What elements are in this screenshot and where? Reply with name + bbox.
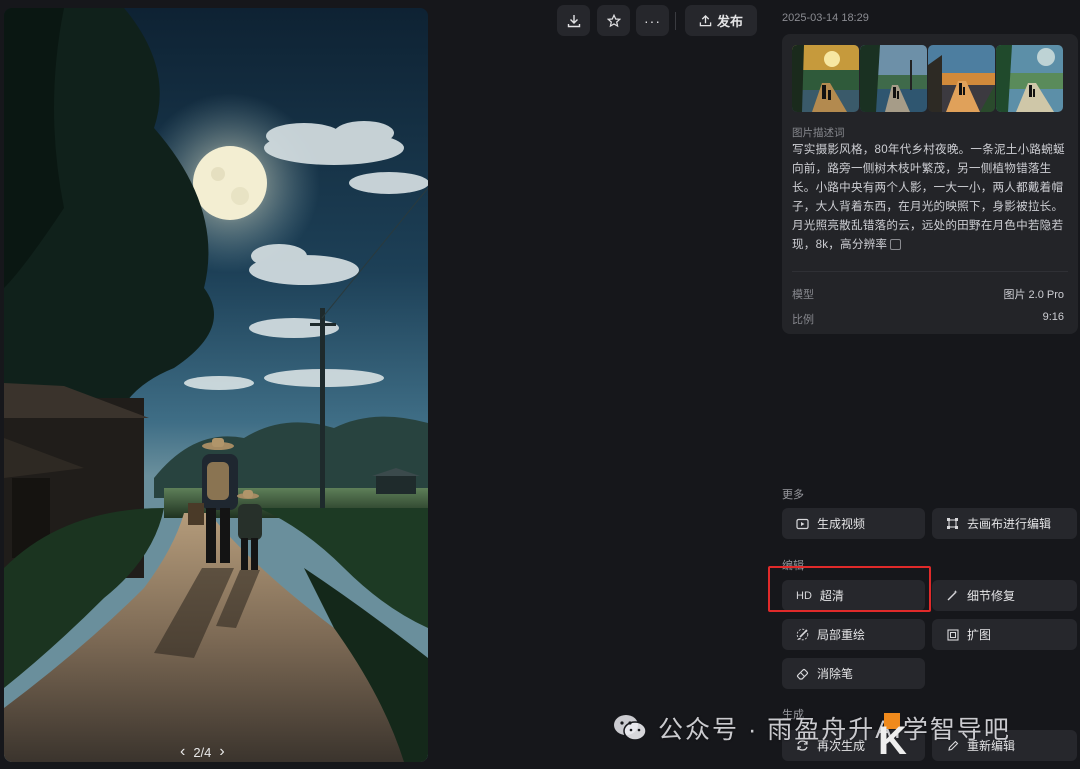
wechat-watermark: 公众号 · 雨盈舟升AI学智导吧	[612, 708, 1011, 748]
model-label: 模型	[792, 289, 814, 301]
magic-wand-icon	[946, 589, 959, 602]
watermark-text: 公众号 · 雨盈舟升AI学智导吧	[658, 716, 1011, 744]
toolbar-divider	[675, 12, 676, 30]
ratio-label: 比例	[792, 314, 814, 326]
detail-fix-button[interactable]: 细节修复	[932, 580, 1077, 611]
upload-icon	[699, 14, 712, 27]
moonlit-country-road-image	[4, 8, 428, 762]
pager-count: 2/4	[193, 744, 212, 760]
inpaint-button[interactable]: 局部重绘	[782, 619, 925, 650]
download-icon	[567, 14, 580, 27]
star-icon	[606, 13, 621, 27]
image-pager: ‹ 2/4 ›	[180, 742, 225, 762]
ellipsis-icon: ···	[644, 12, 661, 29]
thumbnail-2[interactable]	[860, 45, 927, 112]
model-value: 图片 2.0 Pro	[1003, 289, 1064, 301]
favorite-button[interactable]	[597, 5, 630, 36]
section-title-edit: 编辑	[782, 560, 804, 572]
brush-icon	[796, 628, 809, 641]
publish-button[interactable]: 发布	[685, 5, 757, 36]
upscale-button[interactable]: HD 超清	[782, 580, 925, 611]
more-options-button[interactable]: ···	[636, 5, 669, 36]
thumbnail-1[interactable]	[792, 45, 859, 112]
download-button[interactable]	[557, 5, 590, 36]
expand-icon	[946, 628, 959, 641]
eraser-button[interactable]: 消除笔	[782, 658, 925, 689]
thumbnail-3[interactable]	[928, 45, 995, 112]
thumbnail-4[interactable]	[996, 45, 1063, 112]
video-icon	[796, 517, 809, 530]
chevron-right-icon[interactable]: ›	[219, 744, 224, 760]
prompt-text: 写实摄影风格，80年代乡村夜晚。一条泥土小路蜿蜒向前，路旁一侧树木枝叶繁茂，另一…	[792, 143, 1065, 251]
prompt-label: 图片描述词	[792, 127, 845, 139]
wechat-icon	[614, 715, 647, 741]
ratio-value: 9:16	[1042, 311, 1064, 323]
created-timestamp: 2025-03-14 18:29	[782, 12, 869, 24]
canvas-edit-button[interactable]: 去画布进行编辑	[932, 508, 1077, 539]
card-divider	[792, 271, 1068, 272]
canvas-icon	[946, 517, 959, 530]
main-image-viewer[interactable]	[4, 8, 428, 762]
chevron-left-icon[interactable]: ‹	[180, 744, 185, 760]
section-title-more: 更多	[782, 489, 804, 501]
image-info-card: 图片描述词 写实摄影风格，80年代乡村夜晚。一条泥土小路蜿蜒向前，路旁一侧树木枝…	[782, 34, 1078, 334]
generate-video-button[interactable]: 生成视频	[782, 508, 925, 539]
publish-label: 发布	[716, 14, 743, 29]
corner-logo: K	[878, 713, 907, 763]
hd-icon: HD	[796, 589, 812, 602]
eraser-icon	[796, 667, 809, 680]
k-logo-icon: K	[878, 719, 907, 763]
copy-icon[interactable]	[890, 239, 902, 251]
outpaint-button[interactable]: 扩图	[932, 619, 1077, 650]
